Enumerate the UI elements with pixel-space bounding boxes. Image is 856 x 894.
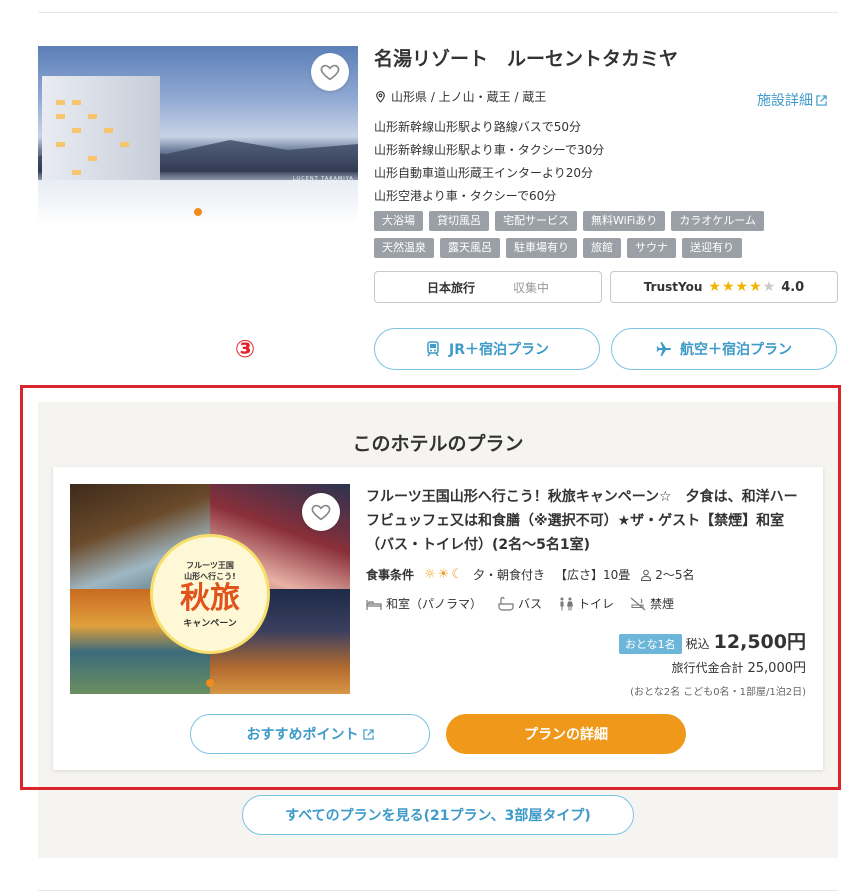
nippon-travel-label: 日本旅行	[426, 280, 475, 295]
star-icon: ★	[708, 279, 721, 295]
facility-detail-label: 施設詳細	[757, 93, 813, 109]
location-text: 山形県 / 上ノ山・蔵王 / 蔵王	[391, 90, 547, 104]
access-item: 山形自動車道山形蔵王インターより20分	[374, 166, 594, 180]
view-all-plans-button[interactable]: すべてのプランを見る(21プラン、3部屋タイプ)	[242, 795, 634, 835]
facility-tag: サウナ	[627, 238, 676, 258]
highlight-frame	[20, 385, 841, 790]
bottom-divider	[38, 890, 838, 891]
facility-detail-link[interactable]: 施設詳細	[757, 90, 827, 110]
nippon-travel-status: 収集中	[513, 280, 550, 295]
star-empty-icon: ★	[762, 279, 776, 295]
access-item: 山形新幹線山形駅より路線バスで50分	[374, 120, 582, 134]
facility-tags: 大浴場 貸切風呂 宅配サービス 無料WiFiあり カラオケルーム 天然温泉 露天…	[374, 211, 814, 258]
hotel-photo[interactable]: LUCENT TAKAMIYA	[38, 46, 358, 220]
external-link-icon	[816, 94, 827, 106]
rating-stars: ★ ★ ★ ★ ★	[708, 279, 775, 295]
facility-tag: 天然温泉	[374, 238, 434, 258]
star-icon: ★	[749, 279, 762, 295]
facility-tag: 駐車場有り	[506, 238, 577, 258]
trustyou-rating[interactable]: TrustYou ★ ★ ★ ★ ★ 4.0	[610, 271, 838, 303]
facility-tag: 大浴場	[374, 211, 423, 231]
facility-tag: 宅配サービス	[495, 211, 577, 231]
facility-tag: 露天風呂	[440, 238, 500, 258]
jr-hotel-plan-button[interactable]: JR＋宿泊プラン	[374, 328, 600, 370]
favorite-heart-button[interactable]	[311, 53, 349, 91]
access-list: 山形新幹線山形駅より路線バスで50分 山形新幹線山形駅より車・タクシーで30分 …	[374, 116, 604, 208]
hotel-location: 山形県 / 上ノ山・蔵王 / 蔵王	[374, 88, 546, 105]
facility-tag: 旅館	[583, 238, 621, 258]
photo-caption: LUCENT TAKAMIYA	[293, 176, 354, 182]
airplane-icon	[656, 342, 671, 356]
facility-tag: カラオケルーム	[671, 211, 764, 231]
jr-button-label: JR＋宿泊プラン	[449, 342, 549, 358]
carousel-dot[interactable]	[194, 208, 202, 216]
access-item: 山形新幹線山形駅より車・タクシーで30分	[374, 143, 605, 157]
facility-tag: 無料WiFiあり	[583, 211, 666, 231]
star-icon: ★	[721, 279, 735, 295]
train-icon	[427, 341, 439, 357]
nippon-travel-rating[interactable]: 日本旅行 収集中	[374, 271, 602, 303]
location-pin-icon	[376, 91, 385, 103]
access-item: 山形空港より車・タクシーで60分	[374, 189, 557, 203]
heart-icon	[320, 64, 340, 81]
top-divider	[38, 12, 838, 13]
hotel-name[interactable]: 名湯リゾート ルーセントタカミヤ	[374, 44, 678, 71]
trustyou-score: 4.0	[781, 279, 805, 295]
air-button-label: 航空＋宿泊プラン	[680, 342, 792, 358]
trustyou-label: TrustYou	[643, 280, 703, 294]
annotation-marker: ③	[234, 335, 256, 363]
star-icon: ★	[735, 279, 749, 295]
facility-tag: 貸切風呂	[429, 211, 489, 231]
facility-tag: 送迎有り	[682, 238, 742, 258]
air-hotel-plan-button[interactable]: 航空＋宿泊プラン	[611, 328, 837, 370]
